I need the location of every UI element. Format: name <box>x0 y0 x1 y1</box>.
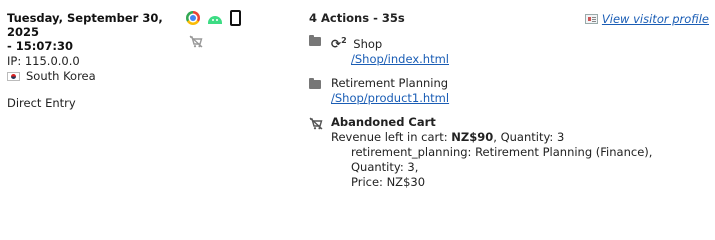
country-name: South Korea <box>26 69 96 83</box>
abandoned-cart-icon <box>309 117 323 134</box>
south-korea-flag-icon <box>7 71 20 81</box>
cart-item: retirement_planning: Retirement Planning… <box>351 145 653 174</box>
abandoned-cart-status-icon <box>189 35 256 51</box>
action-item: Retirement Planning /Shop/product1.html <box>309 76 689 106</box>
action-title: Shop <box>353 37 383 51</box>
view-visitor-profile-link[interactable]: View visitor profile <box>602 12 709 26</box>
visit-details: Tuesday, September 30, 2025 - 15:07:30 I… <box>7 11 182 110</box>
visitor-profile-icon <box>584 14 598 24</box>
country: South Korea <box>7 69 182 83</box>
folder-icon <box>309 78 321 89</box>
abandoned-cart-title: Abandoned Cart <box>331 115 436 129</box>
visitor-profile-link-container[interactable]: View visitor profile <box>584 12 709 26</box>
visit-time-line: - 15:07:30 <box>7 39 73 53</box>
android-icon <box>208 16 222 24</box>
cart-item-price: Price: NZ$30 <box>351 175 426 189</box>
chrome-icon <box>186 11 200 25</box>
visitor-environment <box>186 10 256 51</box>
reload-icon: ⟳2 <box>331 36 347 51</box>
action-title: Retirement Planning <box>331 76 449 90</box>
smartphone-icon <box>230 10 241 26</box>
ip-address: IP: 115.0.0.0 <box>7 54 80 68</box>
visit-date-line: Tuesday, September 30, 2025 <box>7 11 163 39</box>
cart-quantity: , Quantity: 3 <box>493 130 565 144</box>
folder-icon <box>309 35 321 46</box>
visit-date: Tuesday, September 30, 2025 - 15:07:30 <box>7 11 182 53</box>
action-item: ⟳2 Shop /Shop/index.html <box>309 33 689 67</box>
action-url-link[interactable]: /Shop/index.html <box>351 52 449 66</box>
cart-revenue-value: NZ$90 <box>451 130 494 144</box>
actions-panel: 4 Actions - 35s ⟳2 Shop /Shop/index.html… <box>309 11 689 190</box>
abandoned-cart-section: Abandoned Cart Revenue left in cart: NZ$… <box>309 115 689 190</box>
referrer: Direct Entry <box>7 96 76 110</box>
cart-revenue: Revenue left in cart: NZ$90, Quantity: 3 <box>331 130 565 144</box>
action-url-link[interactable]: /Shop/product1.html <box>331 91 449 105</box>
